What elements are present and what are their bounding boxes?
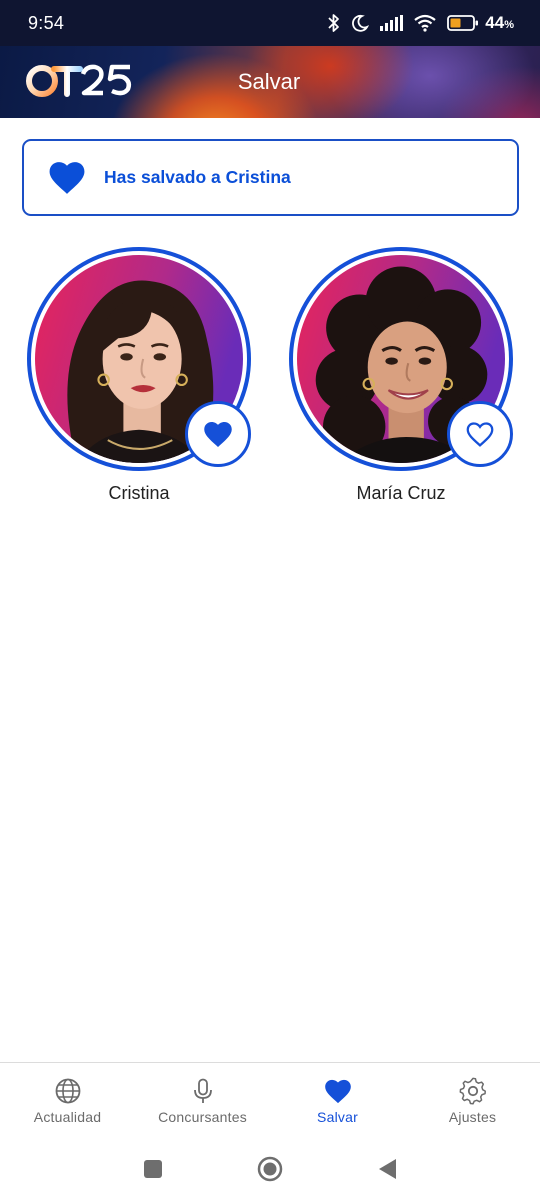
signal-icon bbox=[379, 15, 404, 31]
battery-percent: 44 bbox=[485, 13, 505, 32]
contestant-name: Cristina bbox=[108, 483, 170, 503]
save-heart-button[interactable] bbox=[447, 401, 513, 467]
banner-text: Has salvado a Cristina bbox=[104, 167, 291, 187]
heart-filled-icon bbox=[204, 421, 232, 447]
wifi-icon bbox=[413, 14, 437, 32]
back-triangle-icon bbox=[379, 1159, 396, 1179]
recents-button[interactable] bbox=[140, 1156, 166, 1182]
app-header: Salvar bbox=[0, 46, 540, 118]
moon-icon bbox=[351, 14, 370, 32]
nav-item-salvar[interactable]: Salvar bbox=[270, 1063, 405, 1138]
nav-label: Concursantes bbox=[158, 1109, 247, 1125]
save-heart-button[interactable] bbox=[185, 401, 251, 467]
page-title: Salvar bbox=[237, 69, 301, 94]
contestant-card[interactable]: Cristina bbox=[27, 247, 251, 504]
battery-indicator: 44% bbox=[447, 13, 514, 33]
nav-item-ajustes[interactable]: Ajustes bbox=[405, 1063, 540, 1138]
status-time: 9:54 bbox=[28, 12, 65, 33]
nav-label: Ajustes bbox=[448, 1109, 497, 1125]
square-icon bbox=[144, 1160, 162, 1178]
microphone-icon bbox=[193, 1078, 212, 1103]
system-navigation-bar bbox=[0, 1138, 540, 1200]
contestant-card[interactable]: María Cruz bbox=[289, 247, 513, 504]
nav-item-concursantes[interactable]: Concursantes bbox=[135, 1063, 270, 1138]
nav-item-actualidad[interactable]: Actualidad bbox=[0, 1063, 135, 1138]
heart-outline-icon bbox=[466, 421, 494, 447]
heart-filled-icon bbox=[49, 161, 85, 194]
circle-icon bbox=[257, 1156, 283, 1182]
back-button[interactable] bbox=[374, 1156, 400, 1182]
status-bar: 9:54 44% bbox=[0, 0, 540, 46]
home-button[interactable] bbox=[257, 1156, 283, 1182]
battery-icon bbox=[447, 15, 479, 31]
contestant-avatar-ring[interactable] bbox=[27, 247, 251, 471]
gear-icon bbox=[459, 1077, 486, 1105]
heart-icon bbox=[324, 1079, 351, 1104]
battery-unit: % bbox=[504, 19, 514, 31]
status-icons: 44% bbox=[327, 13, 514, 33]
nav-label: Salvar bbox=[317, 1109, 358, 1125]
contestant-avatar-ring[interactable] bbox=[289, 247, 513, 471]
nav-label: Actualidad bbox=[33, 1109, 102, 1125]
contestant-name: María Cruz bbox=[356, 483, 446, 503]
saved-confirmation-banner: Has salvado a Cristina bbox=[22, 139, 519, 216]
bottom-navigation: Actualidad Concursantes Salvar Ajustes bbox=[0, 1062, 540, 1138]
bluetooth-icon bbox=[327, 13, 341, 33]
globe-icon bbox=[55, 1078, 80, 1104]
